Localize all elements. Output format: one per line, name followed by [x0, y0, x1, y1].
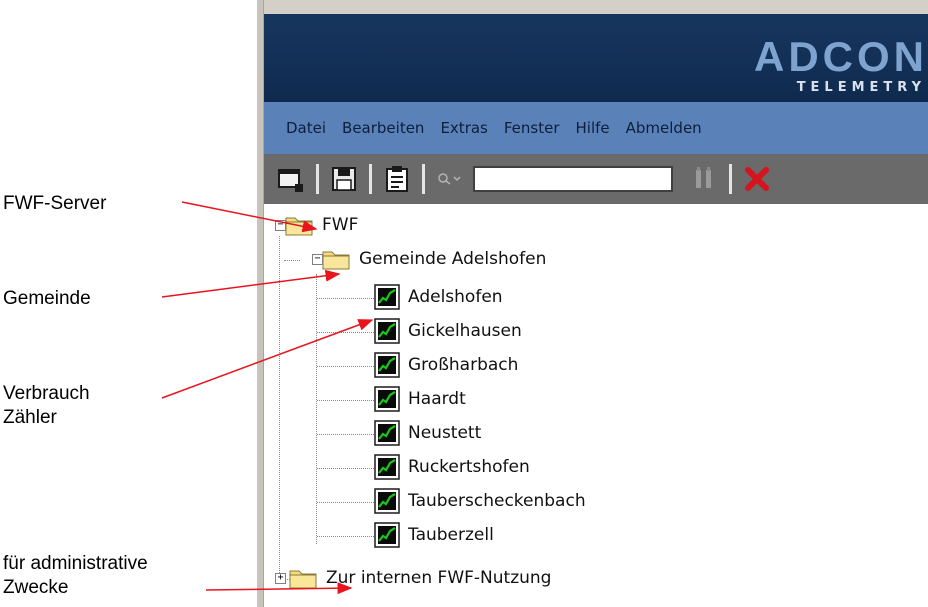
- save-button[interactable]: [327, 162, 361, 196]
- logo-main-text: ADCON: [754, 33, 928, 80]
- connect-icon: [696, 167, 711, 188]
- logo-sub-text: TELEMETRY: [796, 80, 926, 95]
- folder-icon: [322, 251, 350, 270]
- toolbar-separator: [369, 164, 372, 194]
- tree-node-station[interactable]: Tauberzell: [374, 522, 494, 548]
- save-icon: [332, 167, 356, 191]
- annotation-fwf-server: FWF-Server: [3, 193, 107, 214]
- annotation-gemeinde: Gemeinde: [3, 288, 91, 309]
- folder-icon: [289, 570, 317, 589]
- close-icon: [745, 167, 769, 191]
- station-label: Adelshofen: [408, 287, 503, 307]
- menu-bearbeiten[interactable]: Bearbeiten: [342, 119, 424, 137]
- menu-hilfe[interactable]: Hilfe: [576, 119, 610, 137]
- tree-node-station[interactable]: Neustett: [374, 420, 481, 446]
- adcon-logo: ADCON TELEMETRY: [754, 33, 928, 96]
- collapse-toggle[interactable]: −: [275, 219, 286, 231]
- annotation-zaehler: Zähler: [3, 407, 57, 428]
- menu-abmelden[interactable]: Abmelden: [626, 119, 702, 137]
- tree-connector: [316, 274, 317, 544]
- properties-button[interactable]: [380, 162, 414, 196]
- window-frame: [257, 0, 264, 607]
- menu-bar: Datei Bearbeiten Extras Fenster Hilfe Ab…: [264, 102, 928, 154]
- menu-fenster[interactable]: Fenster: [504, 119, 560, 137]
- folder-icon: [285, 217, 313, 236]
- tree-connector: [317, 434, 374, 435]
- annotation-admin: für administrative: [3, 553, 148, 574]
- tree-connector: [317, 400, 374, 401]
- tree-connector: [317, 366, 374, 367]
- tree-node-root[interactable]: − FWF: [275, 213, 358, 237]
- station-label: Neustett: [408, 423, 482, 443]
- app-header: ADCON TELEMETRY: [264, 14, 928, 102]
- tree-connector: [284, 260, 300, 261]
- station-chart-icon: [374, 386, 400, 412]
- search-input[interactable]: [473, 166, 673, 192]
- station-label: Haardt: [408, 389, 466, 409]
- new-window-button[interactable]: [274, 162, 308, 196]
- station-label: Großharbach: [408, 355, 519, 375]
- tree-node-station[interactable]: Großharbach: [374, 352, 518, 378]
- search-button[interactable]: [433, 162, 467, 196]
- annotation-verbrauch: Verbrauch: [3, 383, 90, 404]
- station-label: Tauberscheckenbach: [408, 491, 586, 511]
- station-chart-icon: [374, 352, 400, 378]
- station-chart-icon: [374, 284, 400, 310]
- annotation-zwecke: Zwecke: [3, 577, 69, 598]
- station-chart-icon: [374, 420, 400, 446]
- station-chart-icon: [374, 454, 400, 480]
- tree-node-group[interactable]: − Gemeinde Adelshofen: [312, 247, 546, 271]
- toolbar: [264, 154, 928, 204]
- tree-root-label: FWF: [322, 215, 359, 235]
- menu-extras[interactable]: Extras: [440, 119, 487, 137]
- menu-datei[interactable]: Datei: [286, 119, 326, 137]
- station-label: Ruckertshofen: [408, 457, 530, 477]
- station-label: Tauberzell: [408, 525, 494, 545]
- tree-connector: [317, 298, 374, 299]
- close-button[interactable]: [740, 162, 774, 196]
- tree-connector: [279, 236, 280, 581]
- search-icon: [438, 173, 461, 185]
- tree-node-internal[interactable]: + Zur internen FWF-Nutzung: [275, 566, 551, 590]
- station-tree: − FWF − Gemeinde Adelshofen + Zur intern…: [264, 204, 928, 607]
- tree-connector: [317, 502, 374, 503]
- expand-toggle[interactable]: +: [275, 572, 286, 584]
- tree-node-station[interactable]: Tauberscheckenbach: [374, 488, 586, 514]
- collapse-toggle[interactable]: −: [312, 253, 323, 265]
- station-label: Gickelhausen: [408, 321, 522, 341]
- toolbar-separator: [422, 164, 425, 194]
- tree-connector: [317, 536, 374, 537]
- tree-group-label: Gemeinde Adelshofen: [359, 249, 547, 269]
- station-chart-icon: [374, 488, 400, 514]
- tree-internal-label: Zur internen FWF-Nutzung: [326, 568, 552, 588]
- station-chart-icon: [374, 522, 400, 548]
- tree-connector: [317, 468, 374, 469]
- tree-node-station[interactable]: Gickelhausen: [374, 318, 522, 344]
- station-chart-icon: [374, 318, 400, 344]
- connect-button[interactable]: [687, 162, 721, 196]
- properties-icon: [386, 166, 408, 192]
- new-window-icon: [278, 169, 303, 192]
- tree-node-station[interactable]: Haardt: [374, 386, 466, 412]
- tree-connector: [317, 332, 374, 333]
- toolbar-separator: [729, 164, 732, 194]
- tree-node-station[interactable]: Ruckertshofen: [374, 454, 530, 480]
- tree-node-station[interactable]: Adelshofen: [374, 284, 503, 310]
- toolbar-separator: [316, 164, 319, 194]
